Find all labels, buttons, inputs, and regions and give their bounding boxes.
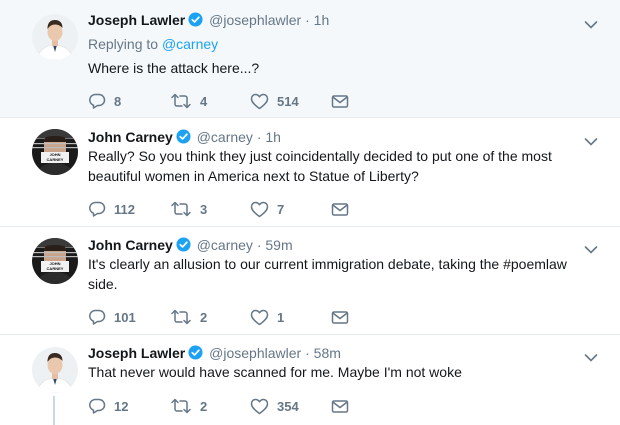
like-button[interactable]: 7 [250, 200, 284, 218]
replying-to-label: Replying to [88, 36, 159, 52]
author-name[interactable]: Joseph Lawler [88, 12, 185, 28]
separator-dot: · [305, 12, 310, 28]
tweet-header: John Carney @carney · 59m [88, 235, 293, 255]
replying-to-mention[interactable]: @carney [162, 36, 218, 52]
timestamp[interactable]: 59m [265, 237, 292, 253]
chevron-down-icon[interactable] [584, 350, 598, 362]
reply-icon [88, 398, 106, 414]
retweet-icon [170, 309, 192, 325]
tweet-text: It's clearly an allusion to our current … [88, 256, 567, 292]
tweet[interactable]: Joseph Lawler @josephlawler · 1h Replyin… [0, 0, 620, 118]
avatar-caption: JOHN CARNEY [46, 152, 64, 162]
tweet[interactable]: JOHN CARNEY John Carney @carney · 1h Rea… [0, 118, 620, 227]
timestamp[interactable]: 1h [265, 129, 281, 145]
timestamp[interactable]: 58m [314, 345, 341, 361]
direct-message-button[interactable] [331, 92, 349, 110]
retweet-count: 2 [200, 398, 208, 414]
like-count: 7 [277, 201, 285, 217]
like-count: 354 [277, 398, 299, 414]
like-icon [250, 93, 269, 110]
author-name[interactable]: John Carney [88, 129, 173, 145]
tweet[interactable]: Joseph Lawler @josephlawler · 58m That n… [0, 335, 620, 425]
tweet-text: That never would have scanned for me. Ma… [88, 364, 462, 380]
tweet-header: Joseph Lawler @josephlawler · 1h [88, 10, 329, 30]
reply-icon [88, 309, 106, 325]
direct-message-button[interactable] [331, 397, 349, 415]
like-button[interactable]: 354 [250, 397, 299, 415]
separator-dot: · [256, 237, 262, 253]
direct-message-icon [331, 399, 349, 414]
separator-dot: · [305, 345, 310, 361]
reply-button[interactable]: 101 [88, 308, 136, 326]
reply-count: 12 [114, 398, 129, 414]
like-count: 514 [277, 93, 299, 109]
like-button[interactable]: 1 [250, 308, 284, 326]
retweet-button[interactable]: 4 [170, 92, 207, 110]
author-handle[interactable]: @carney [197, 237, 253, 253]
like-icon [250, 201, 269, 218]
reply-icon [88, 201, 106, 217]
reply-count: 112 [114, 201, 135, 217]
author-name[interactable]: John Carney [88, 237, 173, 253]
author-handle[interactable]: @josephlawler [209, 345, 301, 361]
retweet-icon [170, 398, 192, 414]
separator-dot: · [256, 129, 262, 145]
author-handle[interactable]: @carney [197, 129, 253, 145]
verified-badge-icon [188, 12, 203, 32]
direct-message-button[interactable] [331, 200, 349, 218]
tweet[interactable]: JOHN CARNEY John Carney @carney · 59m It… [0, 227, 620, 335]
reply-count: 101 [114, 309, 136, 325]
replying-to: Replying to @carney [88, 35, 218, 53]
retweet-count: 4 [200, 93, 208, 109]
avatar-john-carney[interactable]: JOHN CARNEY [32, 129, 78, 175]
retweet-icon [170, 93, 192, 109]
timestamp[interactable]: 1h [314, 12, 330, 28]
tweet-header: John Carney @carney · 1h [88, 127, 281, 147]
direct-message-icon [331, 94, 349, 109]
avatar-caption: JOHN CARNEY [46, 261, 64, 271]
tweet-header: Joseph Lawler @josephlawler · 58m [88, 343, 341, 363]
chevron-down-icon[interactable] [584, 17, 598, 29]
tweet-text: Really? So you think they just coinciden… [88, 148, 552, 184]
reply-button[interactable]: 12 [88, 397, 128, 415]
direct-message-icon [331, 202, 349, 217]
reply-button[interactable]: 8 [88, 92, 121, 110]
reply-button[interactable]: 112 [88, 200, 135, 218]
avatar-joseph-lawler[interactable] [32, 14, 78, 60]
retweet-button[interactable]: 2 [170, 308, 207, 326]
tweet-text: Where is the attack here...? [88, 60, 260, 76]
retweet-button[interactable]: 3 [170, 200, 207, 218]
retweet-icon [170, 201, 192, 217]
author-name[interactable]: Joseph Lawler [88, 345, 185, 361]
chevron-down-icon[interactable] [584, 242, 598, 254]
avatar-john-carney[interactable]: JOHN CARNEY [32, 238, 78, 284]
retweet-button[interactable]: 2 [170, 397, 207, 415]
direct-message-icon [331, 310, 349, 325]
retweet-count: 2 [200, 309, 208, 325]
reply-icon [88, 93, 106, 109]
retweet-count: 3 [200, 201, 208, 217]
chevron-down-icon[interactable] [584, 134, 598, 146]
direct-message-button[interactable] [331, 308, 349, 326]
like-button[interactable]: 514 [250, 92, 299, 110]
like-icon [250, 398, 269, 415]
like-count: 1 [277, 309, 285, 325]
avatar-joseph-lawler[interactable] [32, 347, 78, 393]
like-icon [250, 309, 269, 326]
author-handle[interactable]: @josephlawler [209, 12, 301, 28]
reply-count: 8 [114, 93, 122, 109]
